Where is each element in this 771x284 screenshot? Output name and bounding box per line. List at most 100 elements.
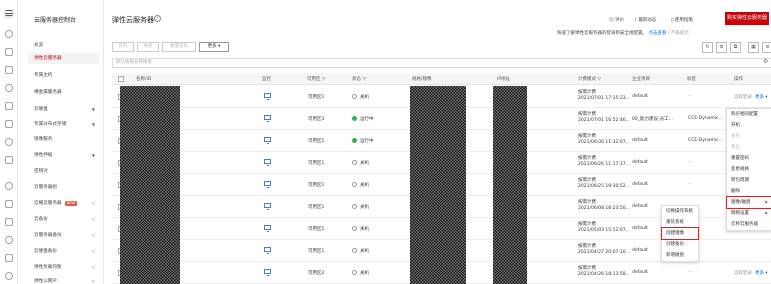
more-services-icon[interactable] [5,272,13,280]
project-cell[interactable]: default [632,204,648,209]
list-icon[interactable] [5,254,13,262]
cloud-service-icon[interactable] [5,236,13,244]
project-cell[interactable]: default [632,138,648,143]
submenu-item-create-image[interactable]: 创建镜像 [661,227,699,240]
submenu-item-create-backup[interactable]: 创建备份 [662,239,698,250]
settings-icon[interactable]: ⚙ [716,42,727,53]
monitor-icon[interactable] [264,93,271,100]
buy-ecs-button[interactable]: 购买弹性云服务器 [725,12,769,25]
stop-button[interactable]: 关机 [137,42,159,52]
more-link[interactable]: 更多 [755,95,764,100]
cloud-icon[interactable] [5,48,13,56]
security-icon[interactable] [5,200,13,208]
submenu-item-reinstall[interactable]: 重装系统 [662,217,698,228]
project-cell[interactable]: default [632,160,648,165]
menu-item-network[interactable]: 网络设置 ▶ [727,208,771,219]
monitor-icon[interactable] [264,225,271,232]
refresh-icon[interactable]: ↻ [702,42,713,53]
project-cell[interactable]: default [632,94,648,99]
dismiss-notice-link[interactable]: 不再提示 [671,31,689,36]
database-icon[interactable] [5,102,13,110]
pin-icon[interactable]: ✎ [92,262,95,273]
sidebar-item-cbr[interactable]: 云备份 ✎ [34,214,99,225]
filter-icon[interactable]: ▽ [362,77,365,82]
sidebar-item-elb[interactable]: 弹性负载均衡 ✎ [34,262,99,273]
rate-link[interactable]: ☺ 评价 [609,17,624,23]
filter-icon[interactable]: ▽ [322,77,325,82]
dashboard-icon[interactable] [5,30,13,38]
sidebar-item-dss[interactable]: 专属分布式存储 ▼ [34,119,99,130]
menu-item-change-spec[interactable]: 变更规格 [727,164,771,175]
menu-item-delete[interactable]: 删除 [727,186,771,197]
filter-settings-icon[interactable]: ⚙ [763,58,768,65]
user-guide-link[interactable]: ▯ 使用指南 [671,17,693,23]
sidebar-item-server-backup[interactable]: 云服务器备份 ✎ [34,230,99,241]
sidebar-item-hecs[interactable]: 云耀云服务器 NEW ✎ [34,198,99,209]
column-header-zone[interactable]: 可用区 ▽ [307,76,325,82]
select-all-checkbox[interactable] [118,76,124,82]
pin-icon[interactable]: ✎ [92,214,95,225]
submenu-item-switch-os[interactable]: 切换操作系统 [662,206,698,217]
monitor-icon[interactable] [264,247,271,254]
pin-icon[interactable]: ✎ [92,246,95,257]
export-icon[interactable]: ⧉ [730,42,741,53]
globe-icon[interactable] [5,84,13,92]
sidebar-item-dedicated-host[interactable]: 专属主机 [34,70,99,81]
storage-icon[interactable] [5,156,13,164]
remote-login-link[interactable]: 远程登录 [734,95,752,100]
filter-icon[interactable]: ▽ [597,77,600,82]
grid-view-icon[interactable]: ▦ [748,42,759,53]
sidebar-item-disk-backup[interactable]: 云硬盘备份 ✎ [34,246,99,257]
project-cell[interactable]: default [632,182,648,187]
pin-icon[interactable]: ✎ [92,198,95,209]
pin-icon[interactable]: ✎ [92,276,95,284]
monitor-icon[interactable] [264,181,271,188]
search-input[interactable]: 默认按照名称搜索 [112,58,771,68]
monitor-icon[interactable] [5,182,13,190]
sidebar-item-ecs[interactable]: 弹性云服务器 [28,53,99,64]
column-header-name[interactable]: 名称/ID [136,76,151,82]
row-operations[interactable]: 远程登录 更多 ▾ [734,94,768,100]
sidebar-item-ims[interactable]: 镜像服务 [34,134,99,145]
column-header-billing[interactable]: 计费模式 ▽ [578,76,601,82]
menu-item-buy-same[interactable]: 购买相同配置 [727,109,771,120]
project-cell[interactable]: default [632,248,648,253]
server-icon[interactable] [5,120,13,128]
submenu-item-add-disk[interactable]: 新增磁盘 [662,250,698,261]
monitor-icon[interactable] [264,137,271,144]
file-icon[interactable] [5,218,13,226]
monitor-icon[interactable] [264,269,271,276]
start-button[interactable]: 开机 [112,42,134,52]
menu-item-to-yearly[interactable]: 转包周期 [727,175,771,186]
sidebar-item-overview[interactable]: 总览 [34,40,99,51]
monitor-icon[interactable] [264,159,271,166]
row-operations[interactable]: 远程登录 更多 ▾ [734,270,768,276]
help-icon[interactable]: ? [154,15,161,22]
sidebar-item-server-group[interactable]: 云服务器组 [34,182,99,193]
pin-icon[interactable]: ✎ [92,230,95,241]
monitor-icon[interactable] [264,203,271,210]
more-actions-button[interactable]: 更多 ▾ [199,42,229,52]
sidebar-item-eip[interactable]: 弹性公网IP ✎ [34,276,99,284]
menu-item-start[interactable]: 开机 [727,120,771,131]
network-icon[interactable] [5,138,13,146]
sidebar-item-as[interactable]: 弹性伸缩 ▼ [34,150,99,161]
menu-item-image-disk[interactable]: 镜像/磁盘 ▶ [726,196,771,209]
hamburger-menu-icon[interactable] [5,10,13,16]
menu-item-reset-password[interactable]: 重置密码 [727,153,771,164]
grid-icon[interactable] [5,66,13,74]
notice-link[interactable]: 点击查看 [648,31,666,36]
monitor-icon[interactable] [264,115,271,122]
sidebar-item-evs[interactable]: 云硬盘 ▼ [34,104,99,115]
sidebar-item-bms[interactable]: 裸金属服务器 [34,87,99,98]
sidebar-item-keypair[interactable]: 密钥对 [34,166,99,177]
remote-login-link[interactable]: 远程登录 [734,271,752,276]
menu-item-migrate[interactable]: 迁移云服务器 [727,219,771,230]
project-cell[interactable]: default [632,226,648,231]
latest-news-link[interactable]: ♪ 最新动态 [634,17,656,23]
reset-password-button[interactable]: 重置密码 [162,42,196,52]
more-link[interactable]: 更多 [755,271,764,276]
project-cell[interactable]: 00_能力建设-员工... [632,116,673,122]
list-view-icon[interactable]: ≡ [762,42,771,53]
project-cell[interactable]: default [632,270,648,275]
